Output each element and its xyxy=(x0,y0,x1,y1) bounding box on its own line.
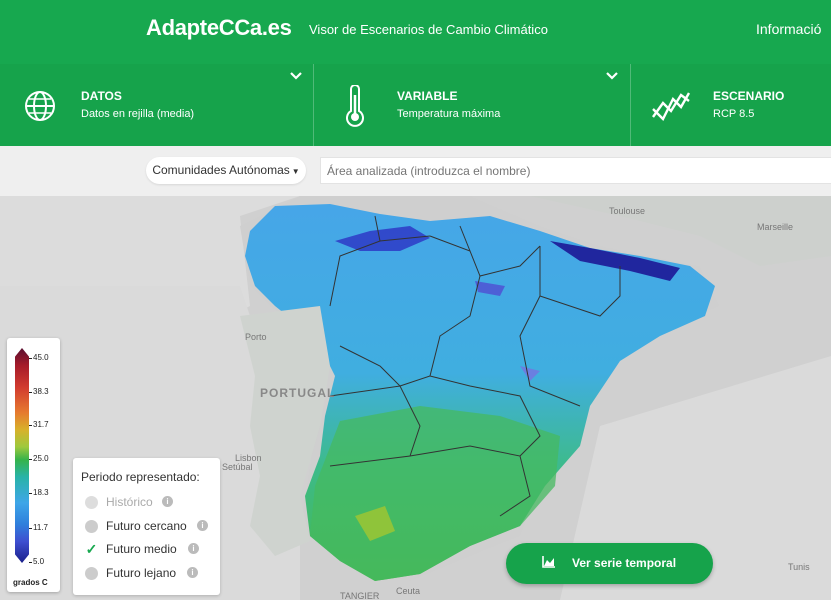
variable-value: Temperatura máxima xyxy=(397,108,501,120)
map-label-toulouse: Toulouse xyxy=(609,206,646,216)
map-label-marseille: Marseille xyxy=(757,222,794,232)
map-label-setubal: Setúbal xyxy=(222,462,253,472)
color-legend: 45.0 38.3 31.7 25.0 18.3 11.7 5.0 grados… xyxy=(7,338,60,592)
top-navbar: AdapteCCa.es Visor de Escenarios de Camb… xyxy=(0,0,831,64)
period-option-futuro-cercano[interactable]: Futuro cercano i xyxy=(85,519,220,535)
escenario-title: ESCENARIO xyxy=(713,89,785,103)
site-logo[interactable]: AdapteCCa.es xyxy=(146,15,292,41)
site-subtitle: Visor de Escenarios de Cambio Climático xyxy=(309,22,548,37)
chevron-down-icon xyxy=(606,72,618,80)
info-link[interactable]: Informació xyxy=(756,21,821,37)
info-icon[interactable]: i xyxy=(187,567,198,578)
area-chart-icon xyxy=(542,556,555,568)
period-option-label: Futuro lejano xyxy=(106,566,177,580)
legend-tick: 11.7 xyxy=(29,523,48,532)
map-label-porto: Porto xyxy=(245,332,267,342)
area-search-input[interactable] xyxy=(320,157,831,184)
period-option-label: Histórico xyxy=(106,495,153,509)
thermometer-icon xyxy=(346,85,364,127)
map-label-tunis: Tunis xyxy=(788,562,810,572)
info-icon[interactable]: i xyxy=(197,520,208,531)
region-type-select[interactable]: Comunidades Autónomas ▼ xyxy=(146,157,306,184)
region-type-label: Comunidades Autónomas xyxy=(152,163,290,177)
trend-chart-icon xyxy=(652,92,691,121)
globe-icon xyxy=(25,91,55,121)
map-label-ceuta: Ceuta xyxy=(396,586,421,596)
period-option-label: Futuro cercano xyxy=(106,519,187,533)
selector-bar: DATOS Datos en rejilla (media) VARIABLE … xyxy=(0,64,831,146)
serie-button-label: Ver serie temporal xyxy=(572,556,677,570)
legend-tick: 38.3 xyxy=(29,387,49,396)
map-label-tangier: TANGIER xyxy=(340,591,380,600)
variable-title: VARIABLE xyxy=(397,89,458,103)
caret-down-icon: ▼ xyxy=(291,167,300,176)
info-icon[interactable]: i xyxy=(188,543,199,554)
legend-unit: grados C xyxy=(13,578,48,587)
radio-button[interactable] xyxy=(85,520,98,533)
period-option-label: Futuro medio xyxy=(106,542,177,556)
map-label-portugal: PORTUGAL xyxy=(260,386,336,400)
period-option-futuro-medio[interactable]: ✓ Futuro medio i xyxy=(85,542,220,558)
radio-button[interactable] xyxy=(85,496,98,509)
period-option-historico[interactable]: Histórico i xyxy=(85,495,220,511)
legend-tick: 31.7 xyxy=(29,420,49,429)
datos-selector[interactable]: DATOS Datos en rejilla (media) xyxy=(0,64,313,146)
datos-value: Datos en rejilla (media) xyxy=(81,108,195,120)
info-icon[interactable]: i xyxy=(162,496,173,507)
color-scale-bar xyxy=(15,348,29,563)
variable-selector[interactable]: VARIABLE Temperatura máxima xyxy=(314,64,630,146)
radio-button[interactable] xyxy=(85,567,98,580)
period-title: Periodo representado: xyxy=(81,470,200,484)
escenario-value: RCP 8.5 xyxy=(713,108,755,120)
legend-tick: 5.0 xyxy=(28,557,45,566)
legend-tick: 45.0 xyxy=(29,353,49,362)
escenario-selector[interactable]: ESCENARIO RCP 8.5 xyxy=(631,64,831,146)
datos-title: DATOS xyxy=(81,89,122,103)
legend-tick: 18.3 xyxy=(29,488,49,497)
chevron-down-icon xyxy=(290,72,302,80)
ver-serie-temporal-button[interactable]: Ver serie temporal xyxy=(506,543,713,584)
check-icon[interactable]: ✓ xyxy=(85,542,98,556)
period-option-futuro-lejano[interactable]: Futuro lejano i xyxy=(85,566,220,582)
period-panel: Periodo representado: Histórico i Futuro… xyxy=(73,458,220,595)
legend-tick: 25.0 xyxy=(29,454,49,463)
